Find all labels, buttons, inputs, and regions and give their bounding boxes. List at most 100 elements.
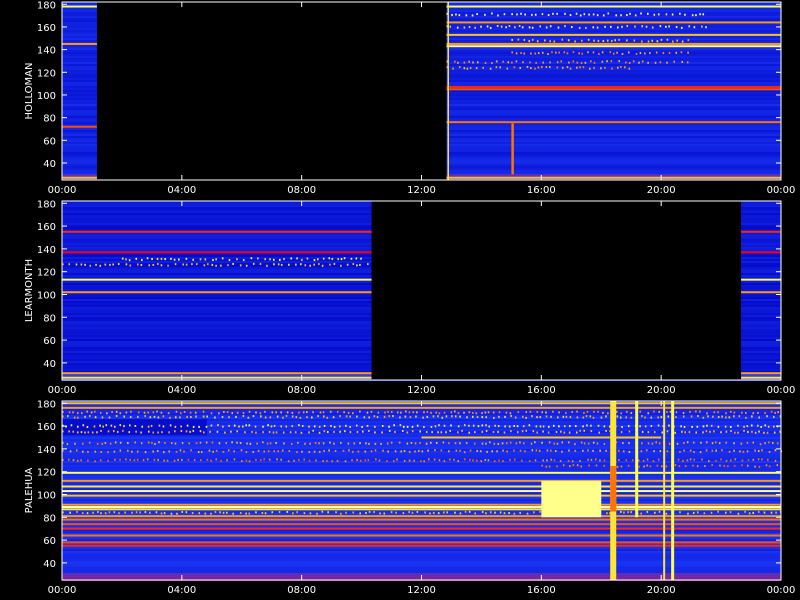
dotted-line-mark xyxy=(455,13,457,16)
dotted-line-mark xyxy=(748,512,751,515)
dotted-line-mark xyxy=(359,459,362,462)
dotted-line-mark xyxy=(398,441,401,444)
y-tick-label: 140 xyxy=(37,46,56,57)
dotted-line-mark xyxy=(659,61,662,64)
dotted-line-mark xyxy=(162,415,165,418)
x-tick-label: 00:00 xyxy=(767,185,796,196)
dotted-line-mark xyxy=(112,430,115,433)
dotted-line-mark xyxy=(68,411,71,414)
dotted-line-mark xyxy=(443,511,445,514)
dotted-line-mark xyxy=(709,430,711,433)
dotted-line-mark xyxy=(620,510,622,513)
dotted-line-mark xyxy=(702,431,704,434)
dotted-line-mark xyxy=(529,61,531,64)
dotted-line-mark xyxy=(521,430,524,433)
dotted-line-mark xyxy=(606,512,608,515)
dotted-line-mark xyxy=(774,459,777,462)
dotted-line-mark xyxy=(309,442,311,445)
dotted-line-mark xyxy=(359,512,361,515)
dotted-line-mark xyxy=(590,430,593,433)
dotted-line-mark xyxy=(757,449,760,452)
dotted-line-mark xyxy=(693,450,695,453)
dotted-line-mark xyxy=(552,424,555,427)
dotted-line-mark xyxy=(248,460,251,463)
dotted-line-mark xyxy=(569,425,571,428)
dotted-line-mark xyxy=(271,411,274,414)
dotted-line-mark xyxy=(653,13,656,16)
dotted-line-mark xyxy=(536,416,538,419)
dotted-line-mark xyxy=(411,430,414,433)
dotted-line-mark xyxy=(352,263,355,266)
dotted-line-mark xyxy=(206,458,209,461)
dotted-line-mark xyxy=(240,460,243,463)
dotted-line-mark xyxy=(308,459,311,462)
dotted-line-mark xyxy=(195,415,197,418)
dotted-line-mark xyxy=(603,425,606,428)
dotted-line-mark xyxy=(413,459,415,462)
dotted-line-mark xyxy=(301,450,303,453)
dotted-line-mark xyxy=(516,425,519,428)
dotted-line-mark xyxy=(116,430,119,433)
dotted-line-mark xyxy=(630,412,633,415)
dotted-line-mark xyxy=(156,449,159,452)
dotted-line-mark xyxy=(734,431,736,434)
dotted-line-mark xyxy=(288,449,291,452)
dotted-line-mark xyxy=(400,411,402,414)
dotted-line-mark xyxy=(160,512,163,515)
dotted-line-mark xyxy=(75,263,78,266)
dotted-line-mark xyxy=(695,14,697,17)
dotted-line-mark xyxy=(574,425,577,428)
dotted-line-mark xyxy=(519,449,522,452)
y-tick-label: 40 xyxy=(43,359,56,370)
dotted-line-mark xyxy=(678,465,681,468)
dotted-line-mark xyxy=(69,511,71,514)
dotted-line-mark xyxy=(182,263,185,266)
dotted-line-mark xyxy=(561,38,564,41)
dotted-line-mark xyxy=(592,449,594,452)
dotted-line-mark xyxy=(597,424,600,427)
dotted-line-mark xyxy=(440,431,443,434)
dotted-line-mark xyxy=(546,449,549,452)
dotted-line-mark xyxy=(531,38,534,41)
dotted-line-mark xyxy=(654,61,657,64)
dotted-line-mark xyxy=(72,430,75,433)
dotted-line-mark xyxy=(679,450,681,453)
dotted-line-mark xyxy=(485,512,487,515)
dotted-line-mark xyxy=(502,60,504,63)
dotted-line-mark xyxy=(754,465,756,468)
dotted-line-mark xyxy=(621,25,623,28)
dotted-line-mark xyxy=(340,441,342,444)
y-tick-label: 140 xyxy=(37,245,56,256)
dotted-line-mark xyxy=(597,39,600,42)
dotted-line-mark xyxy=(510,415,512,418)
dotted-line-mark xyxy=(131,511,133,514)
x-tick-label: 16:00 xyxy=(527,385,556,396)
dotted-line-mark xyxy=(111,411,113,414)
dotted-line-mark xyxy=(326,459,328,462)
dotted-line-mark xyxy=(650,416,653,419)
dotted-line-mark xyxy=(204,512,207,515)
dotted-line-mark xyxy=(453,458,455,461)
dotted-line-mark xyxy=(625,459,628,462)
dotted-line-mark xyxy=(318,263,320,266)
dotted-line-mark xyxy=(531,415,533,418)
dotted-line-mark xyxy=(625,61,627,64)
dotted-line-mark xyxy=(273,424,276,427)
dotted-line-mark xyxy=(605,449,607,452)
dotted-line-mark xyxy=(706,424,708,427)
dotted-line-mark xyxy=(468,424,470,427)
dotted-line-mark xyxy=(555,431,558,434)
dotted-line-mark xyxy=(173,258,176,261)
dotted-line-mark xyxy=(548,441,551,444)
dotted-line-mark xyxy=(588,13,590,16)
dotted-line-mark xyxy=(768,465,771,468)
dotted-line-mark xyxy=(602,14,605,17)
dotted-line-mark xyxy=(776,464,779,467)
dotted-line-mark xyxy=(121,257,124,260)
dotted-line-mark xyxy=(405,410,407,413)
dotted-line-mark xyxy=(717,425,720,428)
vertical-event xyxy=(541,480,602,518)
dotted-line-mark xyxy=(737,512,740,515)
dotted-line-mark xyxy=(344,430,346,433)
dotted-line-mark xyxy=(176,512,178,515)
